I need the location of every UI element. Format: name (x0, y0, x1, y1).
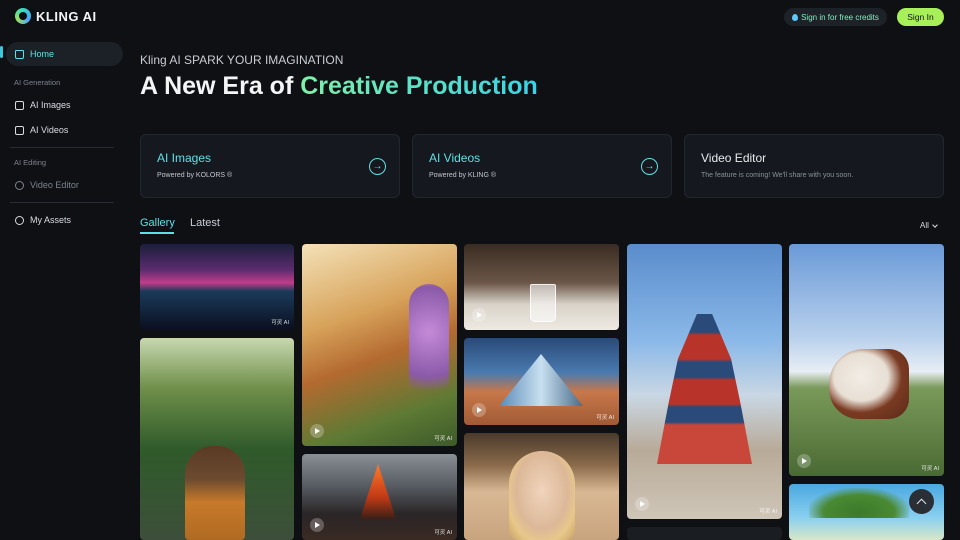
tab-gallery[interactable]: Gallery (140, 217, 175, 229)
glass-shape (530, 284, 556, 322)
chevron-down-icon (932, 221, 938, 228)
card-title: Video Editor (701, 151, 767, 165)
kling-logo-icon (15, 8, 31, 24)
play-icon[interactable] (310, 424, 324, 438)
sidebar-item-label: Video Editor (30, 180, 79, 190)
logo-text: KLING AI (36, 8, 97, 24)
hiker-figure (185, 446, 245, 540)
card-ai-videos[interactable]: AI Videos Powered by KLING ® → (412, 134, 672, 198)
gallery-item-partial[interactable] (627, 527, 782, 540)
watermark: 可灵 AI (759, 509, 777, 515)
gallery-item-glass-pyramid[interactable]: 可灵 AI (464, 338, 619, 425)
sidebar-item-label: Home (30, 49, 55, 59)
watermark: 可灵 AI (434, 436, 452, 442)
card-subtitle: Powered by KLING ® (429, 172, 497, 179)
play-icon[interactable] (635, 497, 649, 511)
face-shape (509, 451, 575, 540)
home-icon (15, 49, 24, 59)
watermark: 可灵 AI (434, 530, 452, 536)
sidebar-item-ai-images[interactable]: AI Images (6, 93, 123, 117)
play-icon[interactable] (797, 454, 811, 468)
card-video-editor[interactable]: Video Editor The feature is coming! We'l… (684, 134, 944, 198)
card-subtitle: Powered by KOLORS ® (157, 172, 233, 179)
section-ai-generation: AI Generation (14, 78, 61, 87)
sidebar-item-label: My Assets (30, 215, 72, 225)
filter-value: All (920, 221, 929, 230)
gallery-item-volcano[interactable]: 可灵 AI (302, 454, 457, 540)
free-credits-label: Sign in for free credits (801, 12, 879, 22)
filter-dropdown[interactable]: All (920, 221, 938, 230)
play-icon[interactable] (472, 308, 486, 322)
section-ai-editing: AI Editing (14, 158, 47, 167)
credit-drop-icon (792, 13, 799, 21)
headline-plain: A New Era of (140, 72, 301, 100)
sidebar-item-home[interactable]: Home (6, 42, 123, 66)
card-subtitle: The feature is coming! We'll share with … (701, 172, 854, 179)
temple-shape (657, 314, 752, 464)
play-icon[interactable] (310, 518, 324, 532)
user-icon (15, 215, 24, 225)
scissors-icon (15, 180, 24, 190)
sidebar-divider (10, 202, 114, 203)
sidebar-item-video-editor[interactable]: Video Editor (6, 173, 123, 197)
gallery-item-kitten[interactable]: 可灵 AI (302, 244, 457, 446)
horse-shape (829, 349, 909, 419)
arrow-right-icon[interactable]: → (369, 158, 386, 175)
gallery-item-horse[interactable]: 可灵 AI (789, 244, 944, 476)
card-title: AI Images (157, 151, 212, 165)
hero-kicker: Kling AI SPARK YOUR IMAGINATION (140, 53, 344, 67)
palm-shape (809, 488, 909, 518)
sidebar-item-ai-videos[interactable]: AI Videos (6, 118, 123, 142)
tab-latest[interactable]: Latest (190, 217, 220, 229)
sidebar-divider (10, 147, 114, 148)
tab-gallery-underline (140, 232, 174, 234)
video-icon (15, 125, 24, 135)
card-title: AI Videos (429, 151, 481, 165)
gallery-item-forest-hiker[interactable] (140, 338, 294, 540)
gallery-item-city-night[interactable]: 可灵 AI (140, 244, 294, 330)
watermark: 可灵 AI (921, 466, 939, 472)
top-bar: KLING AI Sign in for free credits Sign I… (0, 0, 960, 34)
sidebar-item-label: AI Images (30, 100, 71, 110)
gallery-item-pouring-water[interactable] (464, 244, 619, 330)
sign-in-button[interactable]: Sign In (897, 8, 944, 26)
watermark: 可灵 AI (271, 320, 289, 326)
sidebar-item-label: AI Videos (30, 125, 69, 135)
hero-headline: A New Era of Creative Production (140, 72, 538, 101)
headline-accent: Creative Production (300, 72, 538, 100)
gallery-item-portrait[interactable] (464, 433, 619, 540)
image-icon (15, 100, 24, 110)
gallery-item-temple-of-heaven[interactable]: 可灵 AI (627, 244, 782, 519)
watermark: 可灵 AI (596, 415, 614, 421)
arrow-right-icon[interactable]: → (641, 158, 658, 175)
volcano-shape (360, 464, 396, 519)
scroll-to-top-button[interactable] (909, 489, 934, 514)
play-icon[interactable] (472, 403, 486, 417)
kling-logo[interactable]: KLING AI (15, 8, 97, 24)
card-ai-images[interactable]: AI Images Powered by KOLORS ® → (140, 134, 400, 198)
active-indicator (0, 46, 3, 58)
flower-shape (409, 284, 449, 404)
pyramid-shape (499, 354, 583, 406)
sidebar-item-my-assets[interactable]: My Assets (6, 208, 123, 232)
sidebar: Home AI Generation AI Images AI Videos A… (0, 40, 130, 540)
free-credits-button[interactable]: Sign in for free credits (784, 8, 887, 26)
